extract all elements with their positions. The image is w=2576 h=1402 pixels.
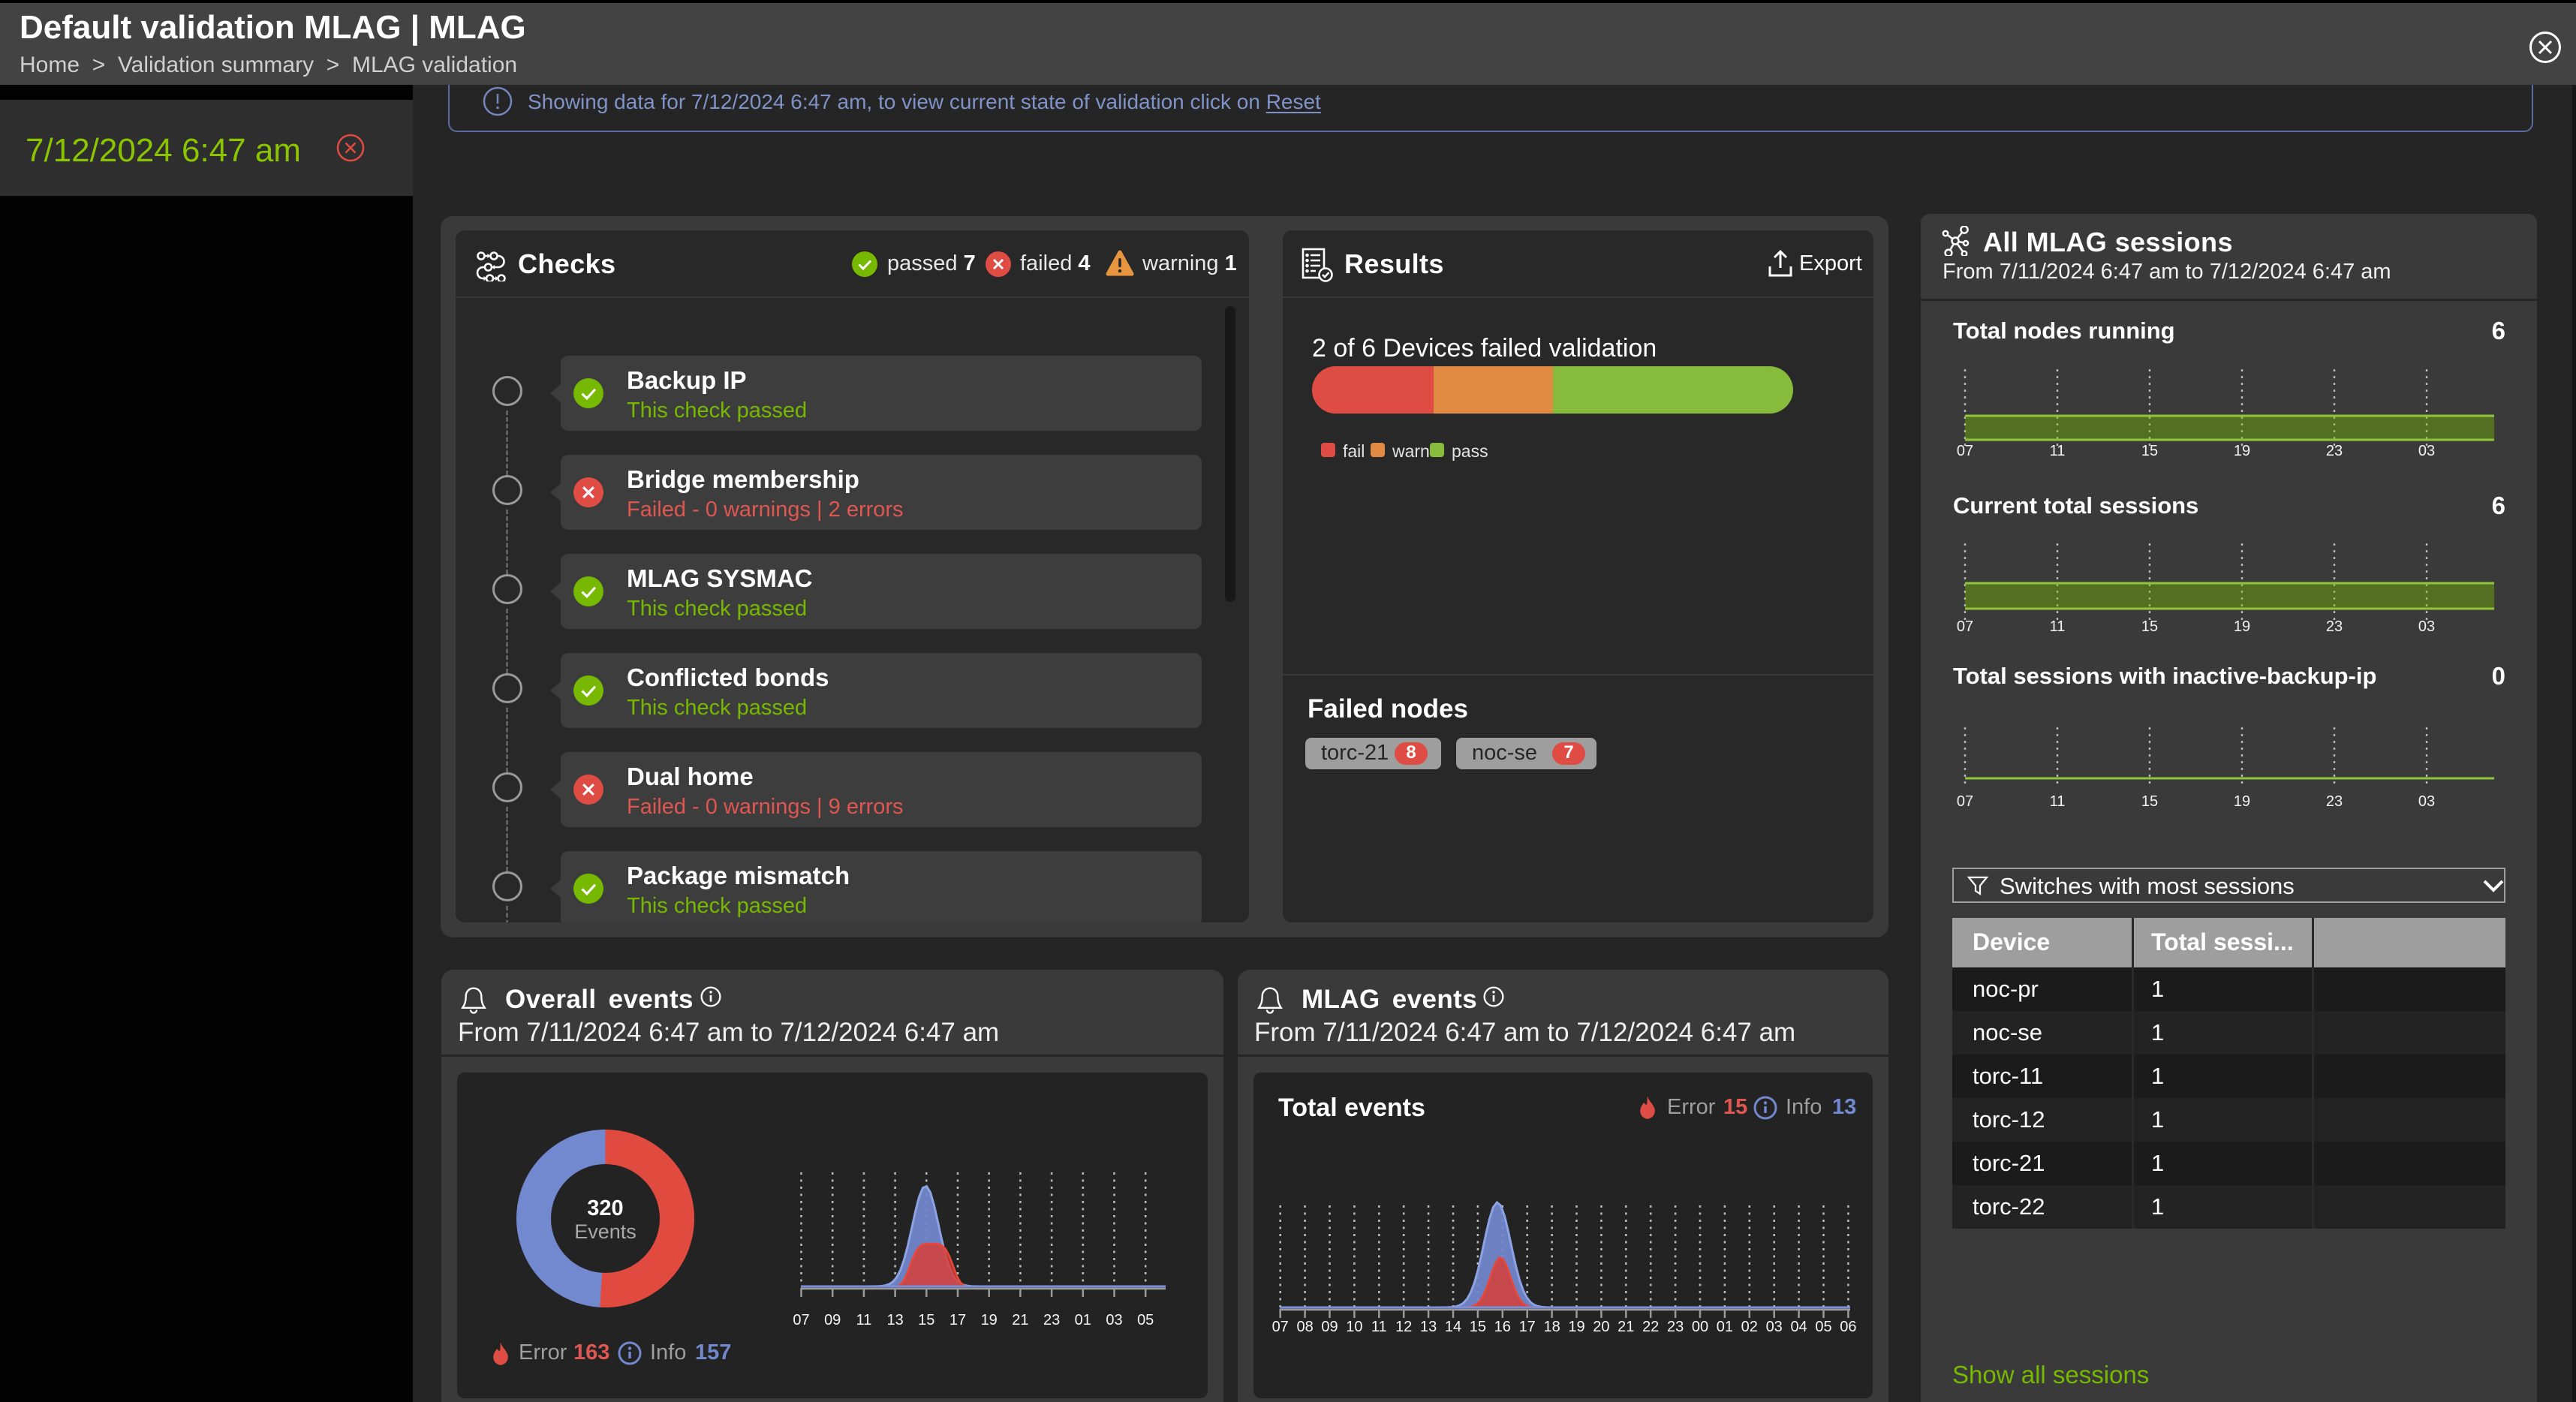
svg-text:21: 21 <box>1012 1312 1028 1328</box>
svg-text:19: 19 <box>2234 793 2250 810</box>
svg-text:05: 05 <box>1137 1312 1154 1328</box>
svg-text:06: 06 <box>1840 1319 1856 1335</box>
svg-text:07: 07 <box>1957 793 1973 810</box>
svg-text:13: 13 <box>886 1312 903 1328</box>
svg-text:16: 16 <box>1494 1319 1511 1335</box>
svg-text:19: 19 <box>2234 443 2250 459</box>
svg-text:19: 19 <box>1568 1319 1584 1335</box>
svg-text:01: 01 <box>1075 1312 1091 1328</box>
svg-text:15: 15 <box>918 1312 934 1328</box>
svg-text:01: 01 <box>1717 1319 1733 1335</box>
svg-text:07: 07 <box>1957 618 1973 635</box>
svg-text:15: 15 <box>2141 793 2158 810</box>
svg-text:03: 03 <box>1106 1312 1122 1328</box>
svg-text:23: 23 <box>2326 443 2343 459</box>
svg-text:03: 03 <box>2418 793 2435 810</box>
svg-text:19: 19 <box>981 1312 998 1328</box>
svg-text:14: 14 <box>1445 1319 1461 1335</box>
svg-text:09: 09 <box>824 1312 841 1328</box>
svg-text:08: 08 <box>1296 1319 1313 1335</box>
svg-text:11: 11 <box>1371 1319 1387 1335</box>
svg-text:11: 11 <box>856 1312 872 1328</box>
svg-text:03: 03 <box>2418 618 2435 635</box>
svg-text:02: 02 <box>1741 1319 1758 1335</box>
svg-text:00: 00 <box>1692 1319 1708 1335</box>
svg-text:22: 22 <box>1642 1319 1659 1335</box>
svg-text:11: 11 <box>2050 618 2066 635</box>
svg-text:19: 19 <box>2234 618 2250 635</box>
svg-text:15: 15 <box>2141 618 2158 635</box>
svg-text:20: 20 <box>1593 1319 1609 1335</box>
svg-text:23: 23 <box>2326 618 2343 635</box>
svg-text:11: 11 <box>2050 443 2066 459</box>
svg-text:03: 03 <box>1766 1319 1783 1335</box>
svg-text:15: 15 <box>1470 1319 1486 1335</box>
svg-text:23: 23 <box>1043 1312 1060 1328</box>
svg-text:09: 09 <box>1321 1319 1338 1335</box>
svg-text:03: 03 <box>2418 443 2435 459</box>
svg-text:17: 17 <box>1519 1319 1536 1335</box>
svg-text:15: 15 <box>2141 443 2158 459</box>
svg-text:21: 21 <box>1618 1319 1634 1335</box>
svg-text:07: 07 <box>1957 443 1973 459</box>
svg-text:12: 12 <box>1395 1319 1412 1335</box>
svg-text:11: 11 <box>2050 793 2066 810</box>
svg-text:10: 10 <box>1346 1319 1362 1335</box>
svg-text:17: 17 <box>949 1312 966 1328</box>
svg-text:13: 13 <box>1420 1319 1437 1335</box>
svg-text:04: 04 <box>1790 1319 1807 1335</box>
svg-text:07: 07 <box>793 1312 809 1328</box>
svg-text:18: 18 <box>1543 1319 1560 1335</box>
svg-text:23: 23 <box>1667 1319 1684 1335</box>
svg-text:07: 07 <box>1272 1319 1289 1335</box>
svg-text:05: 05 <box>1815 1319 1831 1335</box>
svg-text:23: 23 <box>2326 793 2343 810</box>
